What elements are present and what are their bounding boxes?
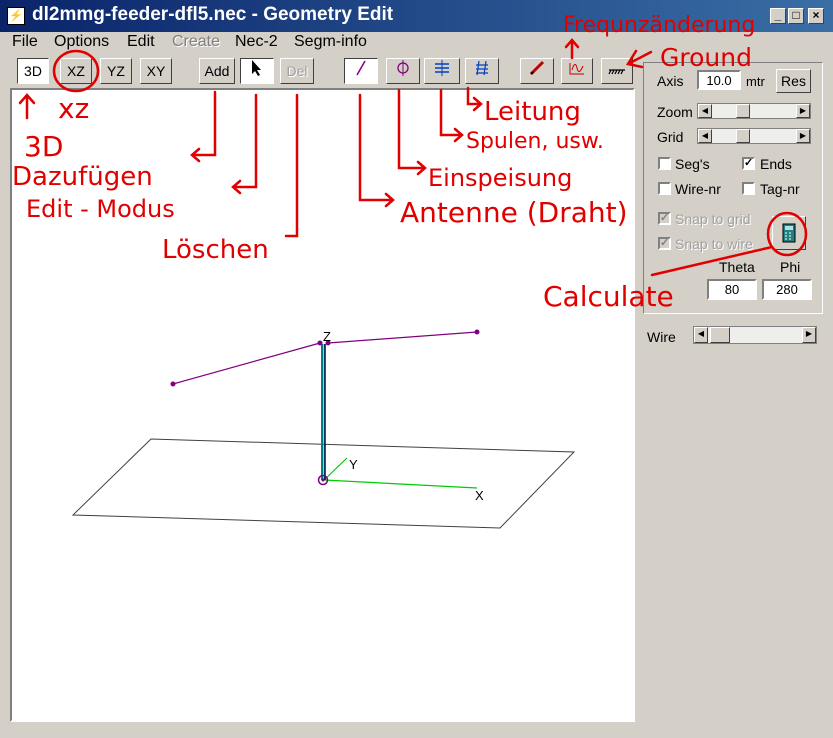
zoom-slider[interactable]: ◀ ▶ — [697, 103, 811, 119]
wire-end-point[interactable] — [170, 381, 176, 387]
minimize-button[interactable]: _ — [770, 8, 786, 24]
wire-slider[interactable]: ◀ ▶ — [693, 326, 817, 344]
transmission-line-tool-button[interactable] — [465, 58, 499, 84]
ground-button[interactable] — [601, 58, 633, 84]
zoom-label: Zoom — [657, 104, 693, 120]
theta-input[interactable]: 80 — [707, 279, 757, 300]
wire-right-arrow-icon[interactable]: ▶ — [802, 327, 816, 343]
edit-pen-button[interactable] — [520, 58, 554, 84]
maximize-button[interactable]: □ — [788, 8, 804, 24]
axis-unit-label: mtr — [746, 74, 765, 89]
frequency-icon — [569, 63, 584, 75]
calculator-icon — [782, 223, 796, 243]
geometry-view: Z Y X — [71, 329, 576, 529]
reset-button[interactable]: Res — [776, 69, 811, 93]
pen-icon — [529, 60, 545, 76]
edit-mode-button[interactable] — [240, 58, 274, 84]
close-button[interactable]: × — [808, 8, 824, 24]
frequency-button[interactable] — [561, 58, 593, 84]
zoom-left-arrow-icon[interactable]: ◀ — [698, 104, 712, 118]
z-axis-label: Z — [323, 329, 331, 344]
window-title: dl2mmg-feeder-dfl5.nec - Geometry Edit — [32, 4, 394, 25]
phi-label: Phi — [780, 259, 801, 275]
axis-label: Axis — [657, 73, 684, 89]
x-axis-line — [323, 479, 478, 489]
wire-label: Wire — [647, 329, 676, 345]
calculate-button[interactable] — [772, 216, 806, 250]
transmission-line-icon — [476, 60, 488, 76]
view-3d-button[interactable]: 3D — [17, 58, 49, 84]
geometry-canvas[interactable]: Z Y X — [10, 88, 635, 722]
coil-icon — [435, 60, 449, 76]
wire-icon — [356, 60, 366, 76]
y-axis-line — [323, 457, 348, 481]
grid-left-arrow-icon[interactable]: ◀ — [698, 129, 712, 143]
feed-tool-button[interactable] — [386, 58, 420, 84]
source-icon — [397, 60, 409, 76]
menu-segm-info[interactable]: Segm-info — [294, 33, 367, 51]
ends-checkbox[interactable]: ✓ — [742, 157, 755, 170]
menu-options[interactable]: Options — [54, 33, 109, 51]
zoom-slider-thumb[interactable] — [736, 104, 750, 118]
snap-wire-label: Snap to wire — [675, 236, 753, 252]
wire-tool-button[interactable] — [344, 58, 378, 84]
menu-nec2[interactable]: Nec-2 — [235, 33, 278, 51]
wire-slider-thumb[interactable] — [710, 327, 730, 343]
menu-file[interactable]: File — [12, 33, 38, 51]
menu-bar: File Options Edit Create Nec-2 Segm-info — [0, 32, 833, 54]
cursor-arrow-icon — [252, 60, 261, 76]
axis-length-input[interactable]: 10.0 — [697, 70, 741, 90]
right-wire[interactable] — [327, 331, 478, 344]
view-xy-button[interactable]: XY — [140, 58, 172, 84]
snap-wire-checkbox[interactable]: ✓ — [658, 237, 671, 250]
load-tool-button[interactable] — [424, 58, 460, 84]
segs-label: Seg's — [675, 156, 710, 172]
zoom-right-arrow-icon[interactable]: ▶ — [796, 104, 810, 118]
theta-label: Theta — [719, 259, 755, 275]
grid-slider[interactable]: ◀ ▶ — [697, 128, 811, 144]
wire-end-point[interactable] — [474, 329, 480, 335]
delete-button[interactable]: Del — [280, 58, 314, 84]
menu-create[interactable]: Create — [172, 33, 220, 51]
wirenr-label: Wire-nr — [675, 181, 721, 197]
grid-label: Grid — [657, 129, 684, 145]
tagnr-checkbox[interactable] — [742, 182, 755, 195]
ends-label: Ends — [760, 156, 792, 172]
wire-end-point[interactable] — [317, 340, 323, 346]
left-wire[interactable] — [172, 342, 321, 385]
wirenr-checkbox[interactable] — [658, 182, 671, 195]
view-xz-button[interactable]: XZ — [60, 58, 92, 84]
snap-grid-label: Snap to grid — [675, 211, 751, 227]
app-icon[interactable]: ⚡ — [7, 7, 25, 25]
title-bar[interactable]: ⚡ dl2mmg-feeder-dfl5.nec - Geometry Edit… — [0, 0, 833, 32]
snap-grid-checkbox[interactable]: ✓ — [658, 212, 671, 225]
view-yz-button[interactable]: YZ — [100, 58, 132, 84]
menu-edit[interactable]: Edit — [127, 33, 155, 51]
grid-slider-thumb[interactable] — [736, 129, 750, 143]
feed-source-center — [321, 478, 325, 482]
wire-left-arrow-icon[interactable]: ◀ — [694, 327, 708, 343]
ground-icon — [608, 69, 625, 75]
y-axis-label: Y — [349, 457, 358, 472]
segs-checkbox[interactable] — [658, 157, 671, 170]
grid-right-arrow-icon[interactable]: ▶ — [796, 129, 810, 143]
add-button[interactable]: Add — [199, 58, 235, 84]
tagnr-label: Tag-nr — [760, 181, 800, 197]
x-axis-label: X — [475, 488, 484, 503]
phi-input[interactable]: 280 — [762, 279, 812, 300]
